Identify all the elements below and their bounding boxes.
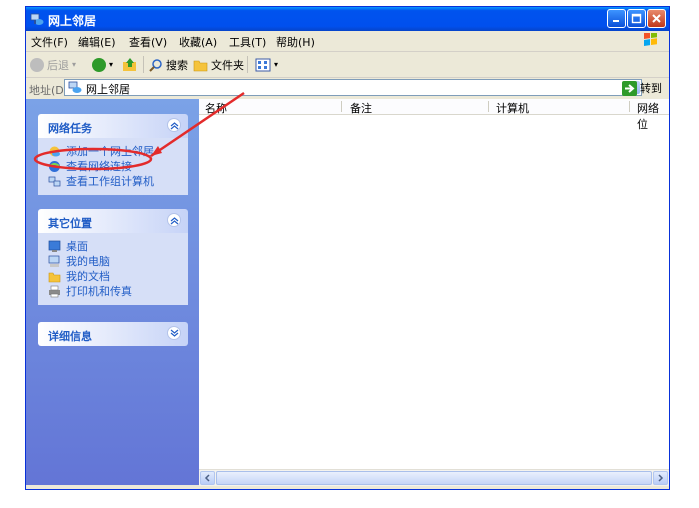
up-folder-button[interactable] xyxy=(122,56,138,73)
my-documents-icon xyxy=(48,272,61,283)
collapse-chevron-icon[interactable] xyxy=(167,213,181,227)
panel-title: 网络任务 xyxy=(48,122,92,135)
close-button[interactable] xyxy=(647,9,666,28)
panel-title: 其它位置 xyxy=(48,217,92,230)
horizontal-scrollbar[interactable] xyxy=(199,469,669,486)
maximize-icon xyxy=(631,13,642,24)
panel-header[interactable]: 其它位置 xyxy=(38,209,188,233)
close-icon xyxy=(652,14,661,23)
address-input[interactable]: 网上邻居 xyxy=(64,79,642,96)
go-label: 转到 xyxy=(640,82,662,95)
forward-dropdown-icon: ▾ xyxy=(109,60,114,69)
back-label: 后退 xyxy=(47,58,69,72)
column-header-name[interactable]: 名称 xyxy=(205,100,227,115)
back-arrow-icon xyxy=(30,57,44,72)
add-network-place-icon xyxy=(49,146,60,157)
network-tasks-panel: 网络任务 添加一个网上邻居 查看网络连接 查看工作组计算机 xyxy=(38,114,188,195)
scrollbar-thumb[interactable] xyxy=(216,471,652,485)
search-label: 搜索 xyxy=(166,58,188,72)
column-header-comment[interactable]: 备注 xyxy=(350,100,372,115)
my-computer-icon xyxy=(48,255,60,267)
go-arrow-icon xyxy=(622,80,637,96)
column-header-network-location[interactable]: 网络位 xyxy=(637,100,669,131)
task-view-network-connections[interactable]: 查看网络连接 xyxy=(38,159,188,174)
search-icon xyxy=(149,58,162,72)
place-label: 打印机和传真 xyxy=(66,285,132,298)
views-dropdown-icon: ▾ xyxy=(274,60,279,69)
address-value: 网上邻居 xyxy=(86,83,130,96)
printers-faxes-icon xyxy=(49,285,60,298)
place-label: 我的电脑 xyxy=(66,255,110,268)
place-my-documents[interactable]: 我的文档 xyxy=(38,269,188,284)
column-header-computer[interactable]: 计算机 xyxy=(496,100,529,115)
details-panel: 详细信息 xyxy=(38,322,188,346)
folder-icon xyxy=(193,60,208,71)
scroll-right-button[interactable] xyxy=(653,471,668,485)
panel-body: 桌面 我的电脑 我的文档 打印机和传真 xyxy=(38,233,188,305)
back-dropdown-icon: ▾ xyxy=(72,60,77,69)
chevron-left-icon xyxy=(204,474,210,482)
menu-edit[interactable]: 编辑(E) xyxy=(78,34,116,50)
minimize-icon xyxy=(613,20,619,22)
menu-view[interactable]: 查看(V) xyxy=(129,34,167,50)
task-add-network-place[interactable]: 添加一个网上邻居 xyxy=(38,144,188,159)
place-label: 桌面 xyxy=(66,240,88,253)
go-button[interactable]: 转到 xyxy=(622,80,662,96)
windows-logo-icon xyxy=(644,33,657,47)
search-button[interactable]: 搜索 xyxy=(149,56,188,73)
collapse-chevron-icon[interactable] xyxy=(167,118,181,132)
file-list-pane[interactable]: 名称 备注 计算机 网络位 xyxy=(199,99,669,486)
title-bar[interactable]: 网上邻居 xyxy=(26,7,669,31)
views-icon xyxy=(255,58,271,71)
network-connections-icon xyxy=(49,161,60,172)
folders-button[interactable]: 文件夹 xyxy=(193,56,244,73)
menu-bar: 文件(F) 编辑(E) 查看(V) 收藏(A) 工具(T) 帮助(H) xyxy=(26,31,669,52)
menu-favorites[interactable]: 收藏(A) xyxy=(179,34,217,50)
network-places-icon xyxy=(30,13,44,25)
desktop-icon xyxy=(48,240,61,252)
place-printers-faxes[interactable]: 打印机和传真 xyxy=(38,284,188,299)
panel-body: 添加一个网上邻居 查看网络连接 查看工作组计算机 xyxy=(38,138,188,195)
other-places-panel: 其它位置 桌面 我的电脑 我的文档 打印机和传真 xyxy=(38,209,188,305)
expand-chevron-icon[interactable] xyxy=(167,326,181,340)
place-desktop[interactable]: 桌面 xyxy=(38,239,188,254)
menu-tools[interactable]: 工具(T) xyxy=(229,34,266,50)
folders-label: 文件夹 xyxy=(211,58,244,72)
window-title: 网上邻居 xyxy=(48,14,97,28)
chevron-right-icon xyxy=(658,474,664,482)
task-pane: 网络任务 添加一个网上邻居 查看网络连接 查看工作组计算机 其它位置 桌面 我的… xyxy=(26,99,199,485)
back-button[interactable]: 后退 ▾ xyxy=(30,56,76,73)
place-my-computer[interactable]: 我的电脑 xyxy=(38,254,188,269)
forward-button[interactable]: ▾ xyxy=(92,56,113,73)
task-label: 查看网络连接 xyxy=(66,160,132,173)
panel-header[interactable]: 网络任务 xyxy=(38,114,188,138)
network-places-icon xyxy=(68,81,82,93)
minimize-button[interactable] xyxy=(607,9,626,28)
column-header-row: 名称 备注 计算机 网络位 xyxy=(199,99,669,131)
toolbar: 后退 ▾ ▾ 搜索 文件夹 ▾ xyxy=(26,52,669,78)
forward-arrow-icon xyxy=(92,57,106,72)
menu-help[interactable]: 帮助(H) xyxy=(276,34,315,50)
address-label: 地址(D) xyxy=(29,84,69,97)
workgroup-computers-icon xyxy=(48,176,61,187)
panel-title: 详细信息 xyxy=(48,330,92,343)
place-label: 我的文档 xyxy=(66,270,110,283)
address-bar: 地址(D) 网上邻居 转到 xyxy=(26,78,669,98)
up-folder-icon xyxy=(123,58,136,71)
task-label: 添加一个网上邻居 xyxy=(66,145,154,158)
task-view-workgroup-computers[interactable]: 查看工作组计算机 xyxy=(38,174,188,189)
views-button[interactable]: ▾ xyxy=(255,56,278,73)
maximize-button[interactable] xyxy=(627,9,646,28)
explorer-window: 网上邻居 文件(F) 编辑(E) 查看(V) 收藏(A) 工具(T) 帮助(H)… xyxy=(25,6,670,490)
scroll-left-button[interactable] xyxy=(200,471,215,485)
task-label: 查看工作组计算机 xyxy=(66,175,154,188)
menu-file[interactable]: 文件(F) xyxy=(31,34,68,50)
panel-header[interactable]: 详细信息 xyxy=(38,322,188,346)
